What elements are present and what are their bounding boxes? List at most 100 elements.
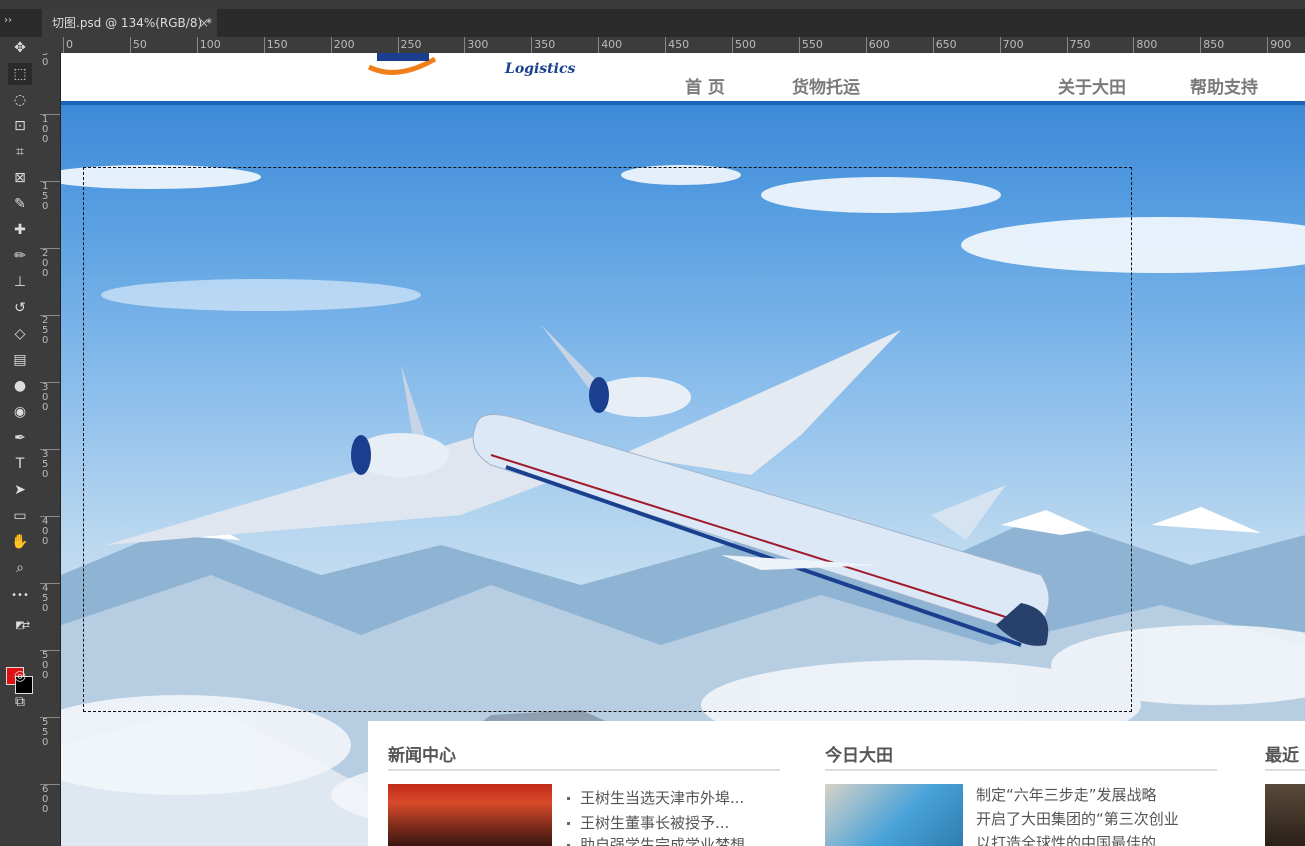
ruler-tick: 900 bbox=[1267, 37, 1291, 53]
ruler-tick: 5 0 0 bbox=[40, 650, 60, 681]
ruler-tick: 600 bbox=[865, 37, 890, 53]
ruler-tick-label: 1 5 0 bbox=[42, 181, 49, 212]
stamp-tool-icon[interactable]: ⊥ bbox=[8, 271, 32, 293]
ruler-tick: 300 bbox=[464, 37, 488, 53]
marquee-tool-icon[interactable]: ⬚ bbox=[8, 63, 32, 85]
ruler-tick-label: 800 bbox=[1136, 38, 1158, 51]
healing-brush-tool-icon[interactable]: ✚ bbox=[8, 219, 32, 241]
vertical-ruler[interactable]: 5 0 1 0 0 1 5 0 2 0 0 2 5 0 3 0 0 3 5 0 4 0 0 4 … bbox=[40, 53, 61, 846]
ruler-tick: 400 bbox=[598, 37, 622, 53]
screen-mode-icon[interactable]: ⧉ bbox=[8, 691, 32, 713]
dodge-tool-icon[interactable]: ◉ bbox=[8, 401, 32, 423]
ruler-tick: 3 0 0 bbox=[40, 382, 60, 413]
ruler-tick-label: 250 bbox=[400, 38, 422, 51]
path-select-tool-icon[interactable]: ➤ bbox=[8, 479, 32, 501]
news-divider bbox=[388, 769, 780, 771]
news-item-text: 助自强学生完成学业梦想... bbox=[580, 836, 760, 846]
ruler-tick-label: 3 0 0 bbox=[42, 382, 49, 413]
ruler-tick-label: 5 5 0 bbox=[42, 717, 49, 748]
ruler-tick: 0 bbox=[63, 37, 73, 53]
quick-select-tool-icon[interactable]: ⊡ bbox=[8, 115, 32, 137]
recent-thumbnail[interactable] bbox=[1265, 784, 1305, 846]
eyedropper-tool-icon[interactable]: ✎ bbox=[8, 193, 32, 215]
type-tool-icon[interactable]: T bbox=[8, 453, 32, 475]
ruler-tick-label: 1 0 0 bbox=[42, 114, 49, 145]
news-thumbnail[interactable] bbox=[388, 784, 552, 846]
today-line: 开启了大田集团的“第三次创业 bbox=[976, 810, 1179, 828]
ruler-tick-label: 550 bbox=[801, 38, 823, 51]
ruler-tick-label: 50 bbox=[132, 38, 147, 51]
ruler-tick-label: 2 5 0 bbox=[42, 315, 49, 346]
ruler-tick: 550 bbox=[798, 37, 823, 53]
bullet-icon bbox=[567, 797, 570, 800]
ruler-tick: 850 bbox=[1200, 37, 1224, 53]
document-canvas[interactable]: Logistics 首 页 货物托运 关于大田 帮助支持 新闻中心 王树生当选天… bbox=[61, 53, 1305, 846]
more-tools-icon[interactable]: ••• bbox=[8, 585, 32, 607]
news-item[interactable]: 王树生董事长被授予... bbox=[567, 812, 729, 833]
ruler-tick: 2 5 0 bbox=[40, 315, 60, 346]
rectangle-tool-icon[interactable]: ▭ bbox=[8, 505, 32, 527]
ruler-tick: 5 0 bbox=[40, 53, 60, 68]
horizontal-ruler[interactable]: 0 50 100 150 200 250 300 350 400 450 500 550 600 650 7… bbox=[60, 37, 1305, 54]
news-item-text: 王树生董事长被授予... bbox=[580, 814, 730, 832]
news-item[interactable]: 王树生当选天津市外埠... bbox=[567, 787, 744, 808]
ruler-tick-label: 150 bbox=[266, 38, 288, 51]
ruler-tick-label: 0 bbox=[66, 38, 73, 51]
swap-colors-icon[interactable]: ⇄ bbox=[20, 615, 32, 637]
ruler-tick-label: 5 0 0 bbox=[42, 650, 49, 681]
crop-tool-icon[interactable]: ⌗ bbox=[8, 141, 32, 163]
eraser-tool-icon[interactable]: ◇ bbox=[8, 323, 32, 345]
ruler-tick: 750 bbox=[1066, 37, 1091, 53]
today-thumbnail[interactable] bbox=[825, 784, 963, 846]
panel-expander-icon[interactable]: ›› bbox=[4, 15, 12, 26]
logo-text: Logistics bbox=[505, 61, 576, 77]
today-line: 制定“六年三步走”发展战略 bbox=[976, 786, 1157, 804]
zoom-tool-icon[interactable]: ⌕ bbox=[8, 557, 32, 579]
close-tab-icon[interactable]: × bbox=[199, 9, 209, 37]
gradient-tool-icon[interactable]: ▤ bbox=[8, 349, 32, 371]
ruler-tick: 5 5 0 bbox=[40, 717, 60, 748]
ruler-tick-label: 5 0 bbox=[42, 53, 49, 68]
nav-help[interactable]: 帮助支持 bbox=[1190, 73, 1258, 98]
ruler-tick-label: 400 bbox=[601, 38, 623, 51]
ruler-tick: 500 bbox=[732, 37, 756, 53]
document-tab-title: 切图.psd @ 134%(RGB/8) * bbox=[52, 16, 212, 30]
ruler-origin[interactable] bbox=[40, 37, 61, 54]
pen-tool-icon[interactable]: ✒ bbox=[8, 427, 32, 449]
ruler-tick: 3 5 0 bbox=[40, 449, 60, 480]
ruler-tick: 350 bbox=[531, 37, 555, 53]
ruler-tick-label: 850 bbox=[1203, 38, 1225, 51]
content-panel: 新闻中心 王树生当选天津市外埠... 王树生董事长被授予... 助自强学生完成学… bbox=[368, 721, 1305, 846]
nav-shipping[interactable]: 货物托运 bbox=[792, 73, 860, 98]
ruler-tick: 6 0 0 bbox=[40, 784, 60, 815]
ruler-tick-label: 100 bbox=[199, 38, 221, 51]
ruler-tick: 50 bbox=[129, 37, 147, 53]
ruler-tick-label: 2 0 0 bbox=[42, 248, 49, 279]
ruler-tick: 4 0 0 bbox=[40, 516, 60, 547]
today-section-title: 今日大田 bbox=[825, 746, 893, 766]
ruler-tick-label: 3 5 0 bbox=[42, 449, 49, 480]
ruler-tick: 250 bbox=[397, 37, 422, 53]
document-tab[interactable]: 切图.psd @ 134%(RGB/8) * × bbox=[42, 9, 217, 37]
hand-tool-icon[interactable]: ✋ bbox=[8, 531, 32, 553]
brush-tool-icon[interactable]: ✏ bbox=[8, 245, 32, 267]
history-brush-tool-icon[interactable]: ↺ bbox=[8, 297, 32, 319]
frame-tool-icon[interactable]: ⊠ bbox=[8, 167, 32, 189]
lasso-tool-icon[interactable]: ◌ bbox=[8, 89, 32, 111]
nav-home[interactable]: 首 页 bbox=[685, 73, 725, 98]
blur-tool-icon[interactable]: ● bbox=[8, 375, 32, 397]
ruler-tick-label: 4 0 0 bbox=[42, 516, 49, 547]
today-divider bbox=[825, 769, 1217, 771]
ruler-tick-label: 700 bbox=[1002, 38, 1024, 51]
ruler-tick-label: 600 bbox=[868, 38, 890, 51]
quick-mask-icon[interactable]: ◎ bbox=[8, 665, 32, 687]
nav-about[interactable]: 关于大田 bbox=[1058, 73, 1126, 98]
news-item[interactable]: 助自强学生完成学业梦想... bbox=[567, 834, 759, 846]
recent-divider bbox=[1265, 769, 1305, 771]
ruler-tick: 1 5 0 bbox=[40, 181, 60, 212]
ruler-tick: 200 bbox=[330, 37, 355, 53]
move-tool-icon[interactable]: ✥ bbox=[8, 37, 32, 59]
ruler-tick: 450 bbox=[665, 37, 689, 53]
ruler-tick: 700 bbox=[999, 37, 1024, 53]
document-tab-bar: ›› 切图.psd @ 134%(RGB/8) * × bbox=[0, 9, 1305, 37]
